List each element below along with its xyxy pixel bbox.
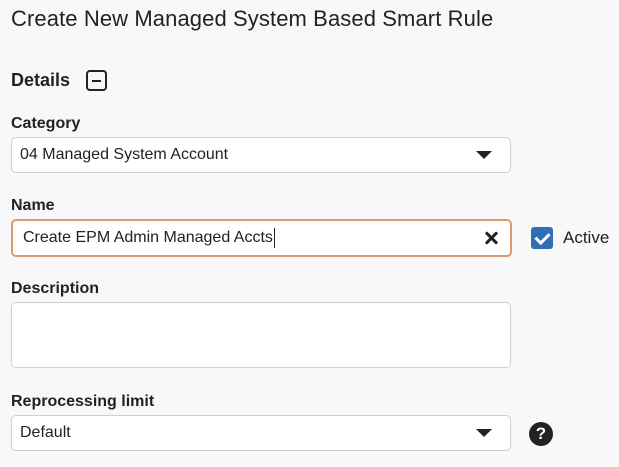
help-circle-icon[interactable]: ? [529,422,553,446]
reprocessing-limit-select[interactable]: Default [11,415,511,451]
name-label: Name [11,197,55,214]
details-section-title: Details [11,70,71,90]
description-textarea[interactable] [11,302,511,368]
category-select[interactable]: 04 Managed System Account [11,137,511,173]
caret-down-icon[interactable] [476,429,492,437]
description-label: Description [11,280,100,297]
name-input[interactable]: Create EPM Admin Managed Accts [11,219,512,257]
minus-square-icon[interactable] [86,70,108,91]
category-label: Category [11,115,81,132]
reprocessing-limit-label: Reprocessing limit [11,393,155,410]
details-section-header: Details [11,70,108,91]
close-icon[interactable] [484,231,498,245]
name-input-value: Create EPM Admin Managed Accts [23,228,275,248]
reprocessing-limit-value: Default [20,424,71,441]
checkmark-icon [534,228,551,246]
category-select-value: 04 Managed System Account [20,146,229,163]
active-checkbox-group[interactable]: Active [531,227,609,249]
page-title: Create New Managed System Based Smart Ru… [11,6,494,31]
active-label: Active [563,228,610,247]
active-checkbox[interactable] [531,227,553,249]
caret-down-icon[interactable] [476,151,492,159]
